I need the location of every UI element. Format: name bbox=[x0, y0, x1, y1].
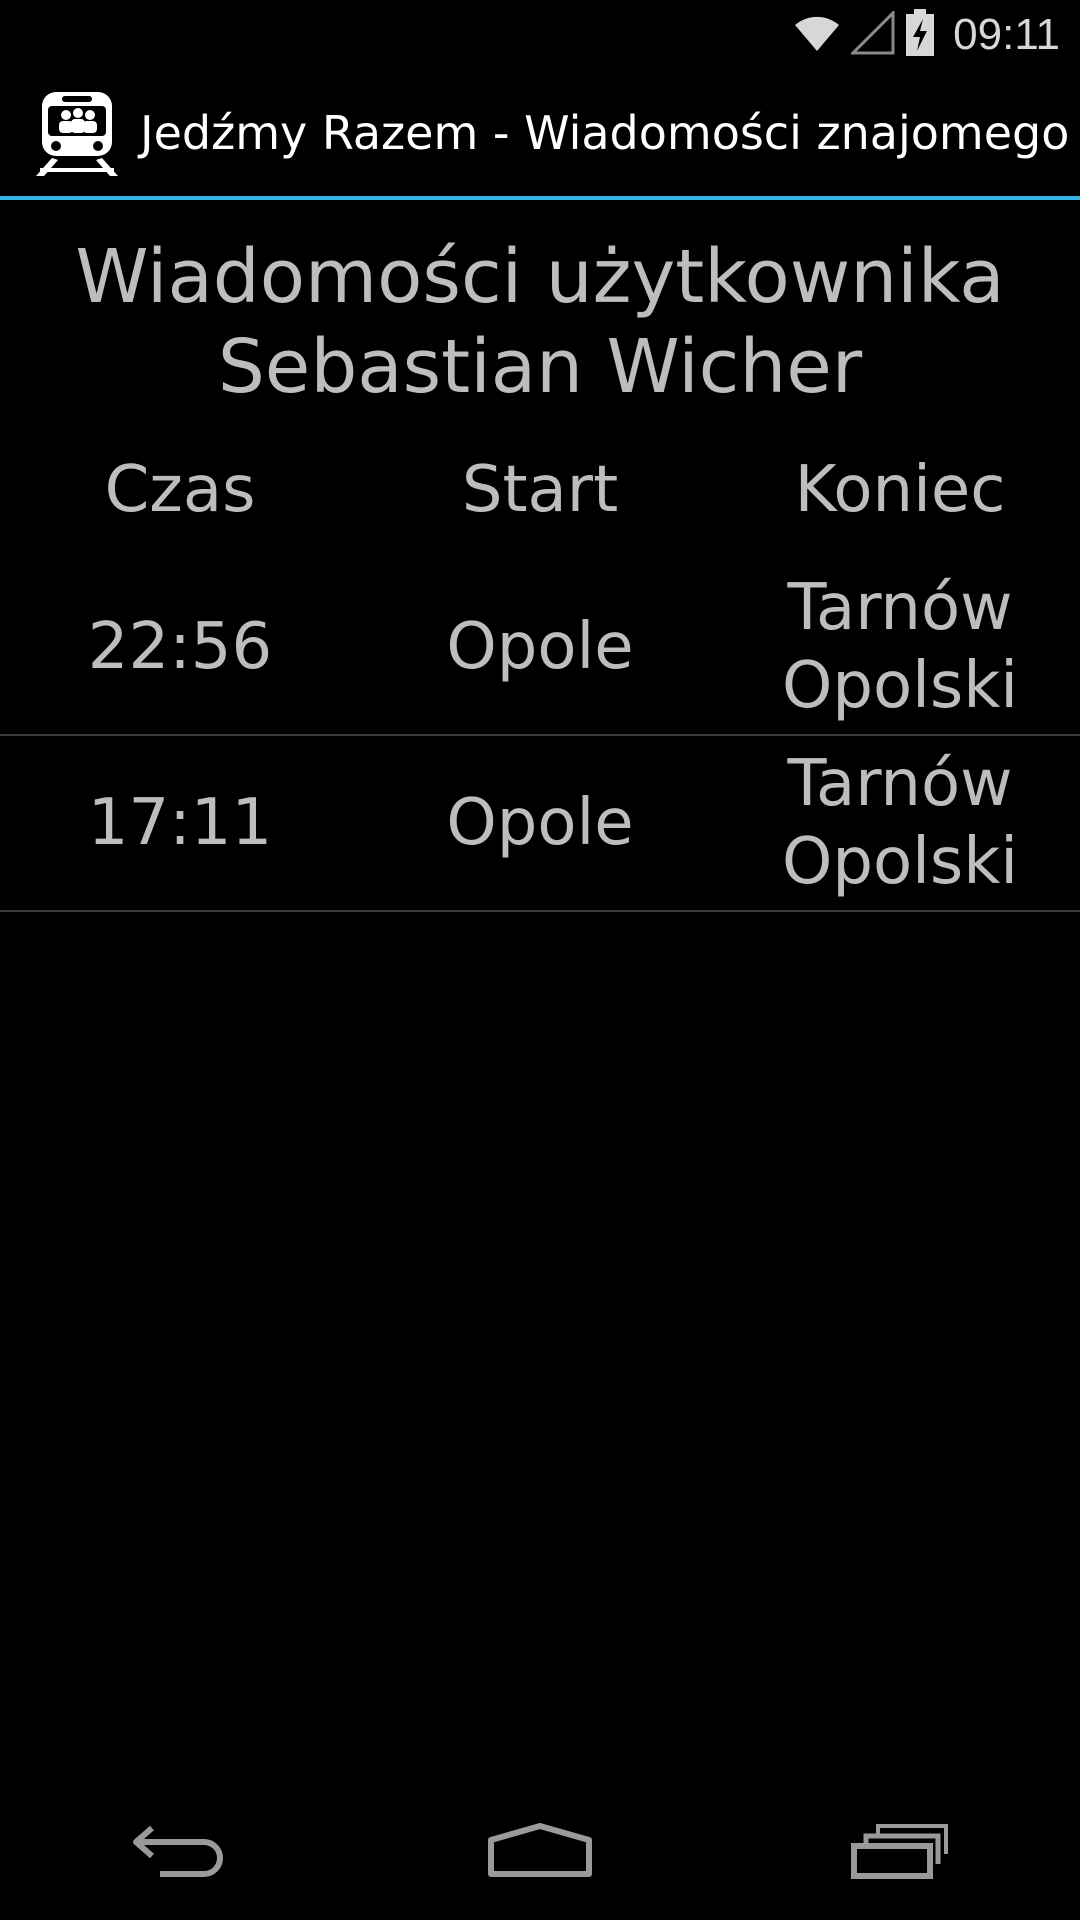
column-header-time: Czas bbox=[104, 453, 256, 527]
row-time: 22:56 bbox=[87, 610, 273, 684]
row-end: Tarnów Opolski bbox=[781, 571, 1019, 723]
table-row[interactable]: 22:56 Opole Tarnów Opolski bbox=[0, 560, 1080, 736]
status-icons: 09:11 bbox=[793, 0, 1060, 70]
row-end: Tarnów Opolski bbox=[781, 747, 1019, 899]
page-title-line-2: Sebastian Wicher bbox=[217, 324, 863, 410]
status-time: 09:11 bbox=[953, 10, 1060, 59]
wifi-icon bbox=[793, 13, 841, 57]
action-bar-divider bbox=[0, 196, 1080, 200]
signal-icon bbox=[849, 9, 895, 59]
column-header-start: Start bbox=[461, 453, 619, 527]
battery-charging-icon bbox=[905, 9, 935, 61]
recent-apps-icon[interactable] bbox=[820, 1800, 980, 1900]
train-people-icon[interactable] bbox=[30, 86, 124, 180]
navigation-bar bbox=[0, 1780, 1080, 1920]
table-row[interactable]: 17:11 Opole Tarnów Opolski bbox=[0, 736, 1080, 912]
table-header: Czas Start Koniec bbox=[0, 445, 1080, 535]
row-start: Opole bbox=[446, 786, 634, 860]
action-bar: Jedźmy Razem - Wiadomości znajomego bbox=[0, 70, 1080, 196]
column-header-end: Koniec bbox=[794, 453, 1006, 527]
row-start: Opole bbox=[446, 610, 634, 684]
back-icon[interactable] bbox=[100, 1800, 260, 1900]
message-list: 22:56 Opole Tarnów Opolski 17:11 Opole T… bbox=[0, 560, 1080, 912]
row-time: 17:11 bbox=[87, 786, 273, 860]
status-bar: 09:11 bbox=[0, 0, 1080, 70]
page-title-line-1: Wiadomości użytkownika bbox=[75, 234, 1005, 320]
action-bar-title: Jedźmy Razem - Wiadomości znajomego bbox=[140, 106, 1070, 160]
page-title: Wiadomości użytkownika Sebastian Wicher bbox=[0, 232, 1080, 412]
home-icon[interactable] bbox=[460, 1800, 620, 1900]
